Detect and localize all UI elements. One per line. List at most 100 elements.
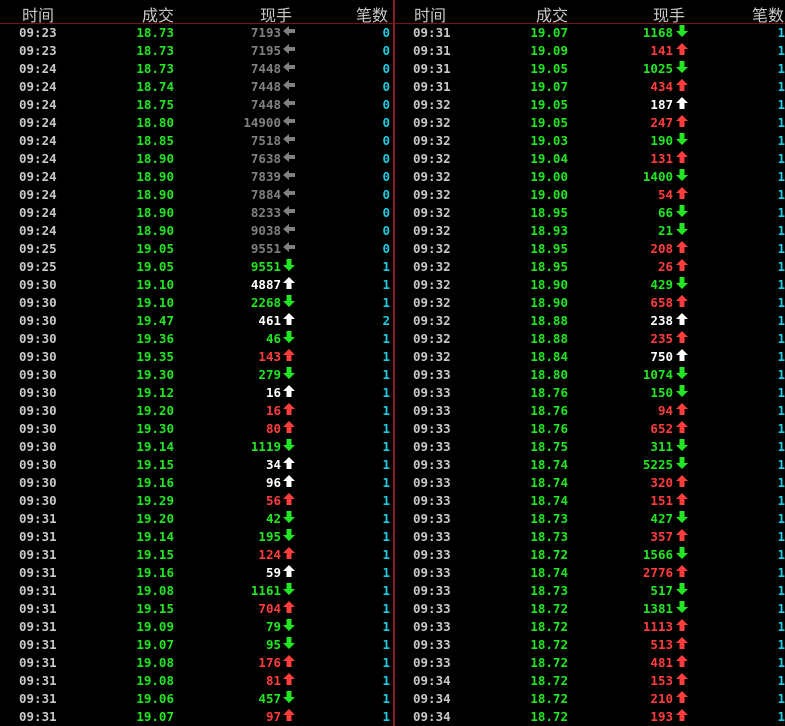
- table-row[interactable]: 09:33 18.75 311 1: [395, 438, 785, 456]
- table-row[interactable]: 09:31 19.06 457 1: [0, 690, 393, 708]
- volume-header[interactable]: 现手: [260, 2, 292, 26]
- table-row[interactable]: 09:24 18.90 7638 0: [0, 150, 393, 168]
- table-row[interactable]: 09:32 19.03 190 1: [395, 132, 785, 150]
- table-row[interactable]: 09:34 18.72 153 1: [395, 672, 785, 690]
- count-cell: 1: [382, 583, 390, 598]
- table-row[interactable]: 09:32 18.95 26 1: [395, 258, 785, 276]
- table-row[interactable]: 09:24 18.73 7448 0: [0, 60, 393, 78]
- arrow-down-icon: [676, 367, 688, 379]
- table-row[interactable]: 09:24 18.90 7884 0: [0, 186, 393, 204]
- table-row[interactable]: 09:31 19.16 59 1: [0, 564, 393, 582]
- table-row[interactable]: 09:25 19.05 9551 0: [0, 240, 393, 258]
- table-row[interactable]: 09:30 19.20 16 1: [0, 402, 393, 420]
- arrow-up-icon: [283, 709, 295, 721]
- table-row[interactable]: 09:33 18.72 1113 1: [395, 618, 785, 636]
- table-row[interactable]: 09:30 19.10 4887 1: [0, 276, 393, 294]
- table-row[interactable]: 09:24 18.90 9038 0: [0, 222, 393, 240]
- table-row[interactable]: 09:33 18.76 150 1: [395, 384, 785, 402]
- table-row[interactable]: 09:31 19.08 176 1: [0, 654, 393, 672]
- table-row[interactable]: 09:32 18.88 235 1: [395, 330, 785, 348]
- table-row[interactable]: 09:32 19.04 131 1: [395, 150, 785, 168]
- table-row[interactable]: 09:30 19.14 1119 1: [0, 438, 393, 456]
- table-row[interactable]: 09:31 19.14 195 1: [0, 528, 393, 546]
- table-row[interactable]: 09:31 19.08 1161 1: [0, 582, 393, 600]
- table-row[interactable]: 09:32 18.95 66 1: [395, 204, 785, 222]
- table-row[interactable]: 09:33 18.72 1381 1: [395, 600, 785, 618]
- table-row[interactable]: 09:31 19.09 141 1: [395, 42, 785, 60]
- table-row[interactable]: 09:32 19.00 1400 1: [395, 168, 785, 186]
- count-header[interactable]: 笔数: [752, 2, 784, 26]
- arrow-up-icon: [676, 673, 688, 685]
- time-header[interactable]: 时间: [22, 2, 54, 26]
- table-row[interactable]: 09:31 19.07 97 1: [0, 708, 393, 726]
- volume-cell: 513: [650, 637, 673, 652]
- table-row[interactable]: 09:33 18.73 517 1: [395, 582, 785, 600]
- table-row[interactable]: 09:33 18.73 427 1: [395, 510, 785, 528]
- table-row[interactable]: 09:31 19.05 1025 1: [395, 60, 785, 78]
- table-row[interactable]: 09:24 18.85 7518 0: [0, 132, 393, 150]
- table-row[interactable]: 09:32 19.00 54 1: [395, 186, 785, 204]
- table-row[interactable]: 09:31 19.07 1168 1: [395, 24, 785, 42]
- table-row[interactable]: 09:30 19.29 56 1: [0, 492, 393, 510]
- table-row[interactable]: 09:30 19.15 34 1: [0, 456, 393, 474]
- table-row[interactable]: 09:32 19.05 247 1: [395, 114, 785, 132]
- table-row[interactable]: 09:24 18.90 7839 0: [0, 168, 393, 186]
- table-row[interactable]: 09:33 18.74 5225 1: [395, 456, 785, 474]
- table-row[interactable]: 09:30 19.35 143 1: [0, 348, 393, 366]
- table-row[interactable]: 09:24 18.74 7448 0: [0, 78, 393, 96]
- volume-header[interactable]: 现手: [653, 2, 685, 26]
- volume-cell: 7448: [250, 79, 281, 94]
- table-row[interactable]: 09:31 19.08 81 1: [0, 672, 393, 690]
- table-row[interactable]: 09:33 18.72 481 1: [395, 654, 785, 672]
- table-row[interactable]: 09:31 19.20 42 1: [0, 510, 393, 528]
- table-row[interactable]: 09:30 19.36 46 1: [0, 330, 393, 348]
- table-row[interactable]: 09:30 19.47 461 2: [0, 312, 393, 330]
- table-row[interactable]: 09:30 19.16 96 1: [0, 474, 393, 492]
- table-row[interactable]: 09:34 18.72 210 1: [395, 690, 785, 708]
- table-row[interactable]: 09:24 18.80 14900 0: [0, 114, 393, 132]
- table-row[interactable]: 09:34 18.72 193 1: [395, 708, 785, 726]
- table-row[interactable]: 09:32 18.95 208 1: [395, 240, 785, 258]
- table-row[interactable]: 09:33 18.76 94 1: [395, 402, 785, 420]
- table-row[interactable]: 09:31 19.09 79 1: [0, 618, 393, 636]
- table-row[interactable]: 09:30 19.30 279 1: [0, 366, 393, 384]
- table-row[interactable]: 09:23 18.73 7195 0: [0, 42, 393, 60]
- price-cell: 18.76: [530, 403, 568, 418]
- table-row[interactable]: 09:32 18.88 238 1: [395, 312, 785, 330]
- table-row[interactable]: 09:33 18.72 513 1: [395, 636, 785, 654]
- price-header[interactable]: 成交: [142, 2, 174, 26]
- table-row[interactable]: 09:32 18.90 429 1: [395, 276, 785, 294]
- table-row[interactable]: 09:24 18.90 8233 0: [0, 204, 393, 222]
- time-header[interactable]: 时间: [414, 2, 446, 26]
- price-header[interactable]: 成交: [536, 2, 568, 26]
- table-row[interactable]: 09:33 18.74 2776 1: [395, 564, 785, 582]
- table-row[interactable]: 09:32 19.05 187 1: [395, 96, 785, 114]
- table-row[interactable]: 09:33 18.74 151 1: [395, 492, 785, 510]
- table-row[interactable]: 09:31 19.07 434 1: [395, 78, 785, 96]
- table-row[interactable]: 09:23 18.73 7193 0: [0, 24, 393, 42]
- count-header[interactable]: 笔数: [356, 2, 388, 26]
- table-row[interactable]: 09:25 19.05 9551 1: [0, 258, 393, 276]
- table-row[interactable]: 09:30 19.10 2268 1: [0, 294, 393, 312]
- table-row[interactable]: 09:33 18.76 652 1: [395, 420, 785, 438]
- table-row[interactable]: 09:31 19.07 95 1: [0, 636, 393, 654]
- table-row[interactable]: 09:30 19.12 16 1: [0, 384, 393, 402]
- table-row[interactable]: 09:33 18.73 357 1: [395, 528, 785, 546]
- table-row[interactable]: 09:30 19.30 80 1: [0, 420, 393, 438]
- table-row[interactable]: 09:33 18.72 1566 1: [395, 546, 785, 564]
- volume-cell: 1400: [642, 169, 673, 184]
- tick-rows[interactable]: 09:31 19.07 1168 1 09:31 19.09 141 1 09:31 19.05 1…: [395, 24, 785, 726]
- price-cell: 18.73: [530, 529, 568, 544]
- table-row[interactable]: 09:31 19.15 124 1: [0, 546, 393, 564]
- table-row[interactable]: 09:32 18.93 21 1: [395, 222, 785, 240]
- time-cell: 09:24: [19, 151, 57, 166]
- table-row[interactable]: 09:33 18.80 1074 1: [395, 366, 785, 384]
- volume-cell: 7448: [250, 97, 281, 112]
- table-row[interactable]: 09:32 18.84 750 1: [395, 348, 785, 366]
- table-row[interactable]: 09:32 18.90 658 1: [395, 294, 785, 312]
- table-row[interactable]: 09:33 18.74 320 1: [395, 474, 785, 492]
- table-row[interactable]: 09:31 19.15 704 1: [0, 600, 393, 618]
- volume-cell: 80: [265, 421, 281, 436]
- table-row[interactable]: 09:24 18.75 7448 0: [0, 96, 393, 114]
- tick-rows[interactable]: 09:23 18.73 7193 0 09:23 18.73 7195 0 09:24 18.73…: [0, 24, 393, 726]
